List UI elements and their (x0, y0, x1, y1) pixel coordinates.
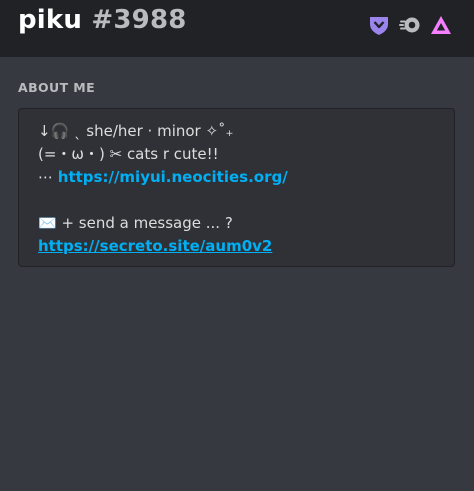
secreto-link[interactable]: https://secreto.site/aum0v2 (38, 237, 272, 255)
discriminator: #3988 (91, 5, 187, 35)
about-line-message: ✉️ + send a message ... ? (38, 214, 233, 232)
neocities-link[interactable]: https://miyui.neocities.org/ (58, 168, 288, 186)
profile-header: piku #3988 (0, 0, 474, 57)
profile-name: piku #3988 (18, 5, 187, 35)
hypesquad-balance-icon[interactable] (368, 14, 390, 36)
nitro-boost-icon[interactable] (399, 14, 421, 36)
about-line-secreto: https://secreto.site/aum0v2 (38, 235, 454, 258)
about-me-heading: ABOUT ME (18, 80, 96, 95)
about-me-box: ↓🎧 ˎ she/her · minor ✧˚₊ (=・ω・) ✂ cats r… (18, 108, 455, 267)
ellipsis-prefix: ⋯ (38, 168, 58, 186)
about-line-cats: (=・ω・) ✂ cats r cute!! (38, 145, 219, 163)
about-line-website: ⋯ https://miyui.neocities.org/ (38, 166, 454, 189)
badge-list (368, 14, 452, 36)
about-line-pronouns: ↓🎧 ˎ she/her · minor ✧˚₊ (38, 122, 234, 140)
about-line-spacer (38, 189, 454, 212)
username: piku (18, 5, 83, 35)
triangle-badge-icon[interactable] (430, 14, 452, 36)
